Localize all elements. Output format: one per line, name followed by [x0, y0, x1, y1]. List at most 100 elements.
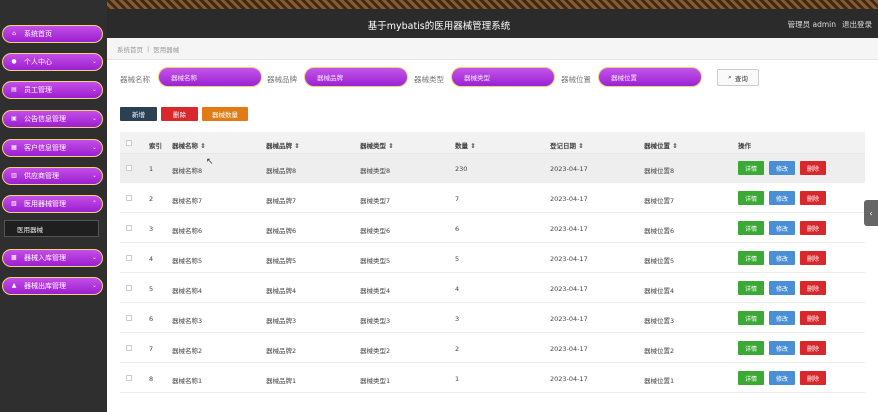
sidebar-item-supplier[interactable]: ▥ 供应商管理 ⌄	[2, 167, 103, 185]
cell-qty: 7	[455, 195, 460, 203]
delete-button[interactable]: 删除	[800, 311, 826, 325]
search-type-input[interactable]: 器械类型	[451, 67, 555, 87]
cell-name: 器械名称5	[172, 257, 203, 265]
sidebar-item-inbound[interactable]: ▩ 器械入库管理 ⌄	[2, 249, 103, 267]
sidebar-item-notice[interactable]: ▣ 公告信息管理 ⌄	[2, 110, 103, 128]
detail-button[interactable]: 详情	[738, 341, 764, 355]
app-title: 基于mybatis的医用器械管理系统	[367, 21, 511, 32]
collapse-panel-tab[interactable]: ‹	[864, 200, 878, 226]
current-user: 管理员 admin	[787, 20, 836, 29]
search-name-input[interactable]: 器械名称	[158, 67, 262, 87]
col-ops: 操作	[738, 142, 751, 150]
sort-icon: ⇕	[200, 142, 206, 150]
delete-button[interactable]: 删除	[800, 371, 826, 385]
row-checkbox[interactable]	[126, 375, 132, 381]
add-button[interactable]: 新增	[120, 107, 157, 121]
detail-button[interactable]: 详情	[738, 191, 764, 205]
logout-link[interactable]: 退出登录	[842, 19, 872, 30]
header-user-area: 管理员 admin 退出登录	[788, 19, 872, 30]
delete-button[interactable]: 删除	[800, 191, 826, 205]
sort-icon: ⇕	[470, 142, 476, 150]
select-all-checkbox[interactable]	[126, 140, 132, 146]
cell-index: 8	[149, 375, 154, 383]
sidebar-item-device[interactable]: ▧ 医用器械管理 ⌃	[2, 195, 103, 213]
sidebar-item-staff[interactable]: ▤ 员工管理 ⌄	[2, 81, 103, 99]
sort-icon: ⇕	[578, 142, 584, 150]
col-date[interactable]: 登记日期 ⇕	[550, 140, 584, 150]
row-checkbox[interactable]	[126, 345, 132, 351]
staff-icon: ▤	[11, 86, 17, 93]
sidebar-item-label: 器械出库管理	[24, 282, 66, 290]
sort-icon: ⇕	[672, 142, 678, 150]
cell-location: 器械位置5	[644, 257, 675, 265]
edit-button[interactable]: 修改	[769, 221, 795, 235]
row-checkbox[interactable]	[126, 315, 132, 321]
search-location-input[interactable]: 器械位置	[598, 67, 702, 87]
col-type[interactable]: 器械类型 ⇕	[360, 140, 394, 150]
bulk-delete-button[interactable]: 删除	[161, 107, 198, 121]
row-checkbox[interactable]	[126, 165, 132, 171]
cell-index: 1	[149, 165, 154, 173]
search-button[interactable]: ⌕ 查询	[717, 69, 759, 86]
row-checkbox[interactable]	[126, 255, 132, 261]
edit-button[interactable]: 修改	[769, 311, 795, 325]
cell-brand: 器械品牌3	[266, 317, 297, 325]
cell-type: 器械类型1	[360, 377, 391, 385]
search-brand-label: 器械品牌	[267, 75, 297, 84]
device-icon: ▧	[11, 200, 17, 207]
sidebar-item-label: 个人中心	[24, 58, 52, 66]
edit-button[interactable]: 修改	[769, 191, 795, 205]
sidebar-item-profile[interactable]: ● 个人中心 ⌄	[2, 53, 103, 71]
edit-button[interactable]: 修改	[769, 251, 795, 265]
cell-date: 2023-04-17	[550, 315, 588, 323]
row-checkbox[interactable]	[126, 285, 132, 291]
sidebar-item-customer[interactable]: ▦ 客户信息管理 ⌄	[2, 139, 103, 157]
outbound-icon: ▲	[11, 282, 17, 289]
detail-button[interactable]: 详情	[738, 251, 764, 265]
cell-name: 器械名称1	[172, 377, 203, 385]
cell-location: 器械位置6	[644, 227, 675, 235]
cell-type: 器械类型6	[360, 227, 391, 235]
delete-button[interactable]: 删除	[800, 161, 826, 175]
row-checkbox[interactable]	[126, 195, 132, 201]
breadcrumb-home[interactable]: 系统首页	[117, 44, 143, 54]
sidebar-item-home[interactable]: ⌂ 系统首页	[2, 25, 103, 43]
edit-button[interactable]: 修改	[769, 281, 795, 295]
detail-button[interactable]: 详情	[738, 161, 764, 175]
device-count-button[interactable]: 器械数量	[202, 107, 248, 121]
delete-button[interactable]: 删除	[800, 221, 826, 235]
breadcrumb-separator: |	[147, 44, 150, 53]
row-checkbox[interactable]	[126, 225, 132, 231]
detail-button[interactable]: 详情	[738, 281, 764, 295]
edit-button[interactable]: 修改	[769, 161, 795, 175]
table-row: 5 器械名称4 器械品牌4 器械类型4 4 2023-04-17 器械位置4 详情 修改 删除	[120, 274, 865, 303]
cell-qty: 3	[455, 315, 460, 323]
edit-button[interactable]: 修改	[769, 371, 795, 385]
cell-brand: 器械品牌1	[266, 377, 297, 385]
sidebar-item-outbound[interactable]: ▲ 器械出库管理 ⌄	[2, 277, 103, 295]
col-location[interactable]: 器械位置 ⇕	[644, 140, 678, 150]
chevron-down-icon: ⌄	[91, 86, 97, 93]
delete-button[interactable]: 删除	[800, 281, 826, 295]
breadcrumb-current: 医用器械	[153, 45, 180, 54]
col-qty[interactable]: 数量 ⇕	[455, 140, 476, 150]
col-name[interactable]: 器械名称 ⇕	[172, 140, 206, 150]
table-row: 4 器械名称5 器械品牌5 器械类型5 5 2023-04-17 器械位置5 详情 修改 删除	[120, 244, 865, 273]
detail-button[interactable]: 详情	[738, 311, 764, 325]
search-brand-input[interactable]: 器械品牌	[304, 67, 408, 87]
cell-type: 器械类型7	[360, 197, 391, 205]
cell-qty: 230	[455, 165, 468, 173]
cell-qty: 4	[455, 285, 460, 293]
cell-location: 器械位置3	[644, 317, 675, 325]
table-row: 3 器械名称6 器械品牌6 器械类型6 6 2023-04-17 器械位置6 详情 修改 删除	[120, 214, 865, 243]
detail-button[interactable]: 详情	[738, 221, 764, 235]
sidebar-item-label: 器械入库管理	[24, 254, 66, 262]
submenu-item-device[interactable]: 医用器械	[4, 220, 99, 237]
edit-button[interactable]: 修改	[769, 341, 795, 355]
col-brand[interactable]: 器械品牌 ⇕	[266, 140, 300, 150]
table-row: 6 器械名称3 器械品牌3 器械类型3 3 2023-04-17 器械位置3 详情 修改 删除	[120, 304, 865, 333]
delete-button[interactable]: 删除	[800, 341, 826, 355]
detail-button[interactable]: 详情	[738, 371, 764, 385]
breadcrumb: 系统首页 | 医用器械	[107, 38, 878, 60]
delete-button[interactable]: 删除	[800, 251, 826, 265]
